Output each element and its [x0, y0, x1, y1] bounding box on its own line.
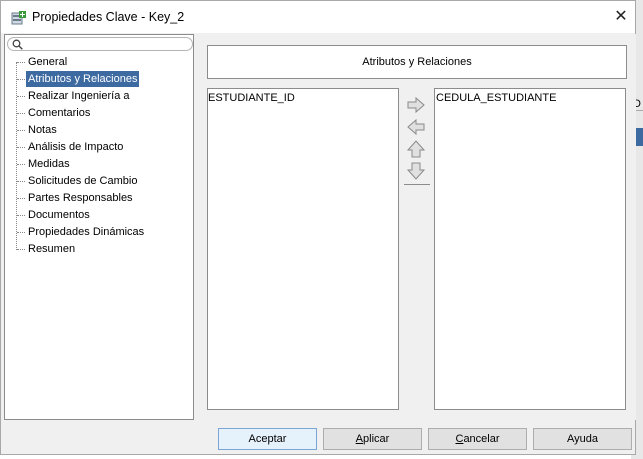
- tree-connector-branch: [17, 129, 25, 131]
- tree-connector-branch: [17, 61, 25, 63]
- tree-connector-branch: [17, 78, 25, 80]
- arrow-up-icon[interactable]: [406, 140, 426, 158]
- tree-item-label: Partes Responsables: [28, 192, 133, 204]
- arrow-divider: [404, 184, 430, 185]
- tree-item-label: Comentarios: [28, 107, 91, 119]
- tree-item[interactable]: General: [17, 54, 69, 70]
- key-properties-icon: [11, 11, 26, 25]
- move-buttons: [404, 96, 430, 185]
- cancel-label: ancelar: [463, 433, 500, 445]
- tree-item[interactable]: Análisis de Impacto: [17, 139, 125, 155]
- tree-connector-branch: [17, 146, 25, 148]
- tree-item-label: General: [28, 56, 68, 68]
- tree-item-label: Resumen: [28, 243, 76, 255]
- tree-item[interactable]: Medidas: [17, 156, 72, 172]
- arrow-down-icon[interactable]: [406, 162, 426, 180]
- tree-item-label: Notas: [28, 124, 57, 136]
- tree-item[interactable]: Realizar Ingeniería a: [17, 88, 132, 104]
- tree-item[interactable]: Partes Responsables: [17, 190, 135, 206]
- panel-header: Atributos y Relaciones: [207, 45, 627, 79]
- tree-connector-branch: [17, 214, 25, 216]
- tree-connector-branch: [17, 248, 25, 250]
- title-bar[interactable]: Propiedades Clave - Key_2 ✕: [1, 1, 635, 33]
- tree-item-label: Medidas: [28, 158, 70, 170]
- tree-item[interactable]: Solicitudes de Cambio: [17, 173, 139, 189]
- attributes-panel: Atributos y Relaciones ESTUDIANTE_ID CED…: [197, 34, 636, 420]
- properties-dialog: Propiedades Clave - Key_2 ✕ General Atrib…: [0, 0, 636, 455]
- help-button[interactable]: Ayuda: [533, 428, 632, 450]
- search-icon: [12, 39, 23, 50]
- tree-item[interactable]: Documentos: [17, 207, 92, 223]
- background-selection: [635, 128, 643, 146]
- tree-item[interactable]: Resumen: [17, 241, 77, 257]
- tree-connector-branch: [17, 95, 25, 97]
- arrow-left-icon[interactable]: [406, 118, 426, 136]
- apply-label: plicar: [363, 433, 390, 445]
- tree-connector-branch: [17, 231, 25, 233]
- tree-connector-branch: [17, 112, 25, 114]
- apply-mnemonic: A: [355, 433, 364, 445]
- tree-item[interactable]: Notas: [17, 122, 59, 138]
- available-attributes-list[interactable]: ESTUDIANTE_ID: [207, 88, 399, 410]
- tree-item[interactable]: Atributos y Relaciones: [17, 71, 140, 87]
- search-input[interactable]: [7, 37, 193, 51]
- close-icon[interactable]: ✕: [607, 3, 635, 31]
- tree-item-label: Documentos: [28, 209, 90, 221]
- tree-item-label: Análisis de Impacto: [28, 141, 124, 153]
- list-item[interactable]: CEDULA_ESTUDIANTE: [435, 89, 625, 104]
- navigation-panel: General Atributos y Relaciones Realizar In…: [4, 34, 194, 420]
- tree-item[interactable]: Propiedades Dinámicas: [17, 224, 146, 240]
- tree-item[interactable]: Comentarios: [17, 105, 92, 121]
- apply-button[interactable]: Aplicar: [323, 428, 422, 450]
- tree-item-label: Realizar Ingeniería a: [28, 90, 130, 102]
- tree-item-label: Solicitudes de Cambio: [28, 175, 138, 187]
- tree-item-label: Atributos y Relaciones: [26, 71, 140, 87]
- list-item[interactable]: ESTUDIANTE_ID: [208, 89, 398, 104]
- arrow-right-icon[interactable]: [406, 96, 426, 114]
- cancel-button[interactable]: Cancelar: [428, 428, 527, 450]
- tree-connector-branch: [17, 197, 25, 199]
- window-title: Propiedades Clave - Key_2: [32, 10, 185, 24]
- selected-attributes-list[interactable]: CEDULA_ESTUDIANTE: [434, 88, 626, 410]
- tree-item-label: Propiedades Dinámicas: [28, 226, 145, 238]
- tree-connector-branch: [17, 163, 25, 165]
- ok-button[interactable]: Aceptar: [218, 428, 317, 450]
- tree-connector-branch: [17, 180, 25, 182]
